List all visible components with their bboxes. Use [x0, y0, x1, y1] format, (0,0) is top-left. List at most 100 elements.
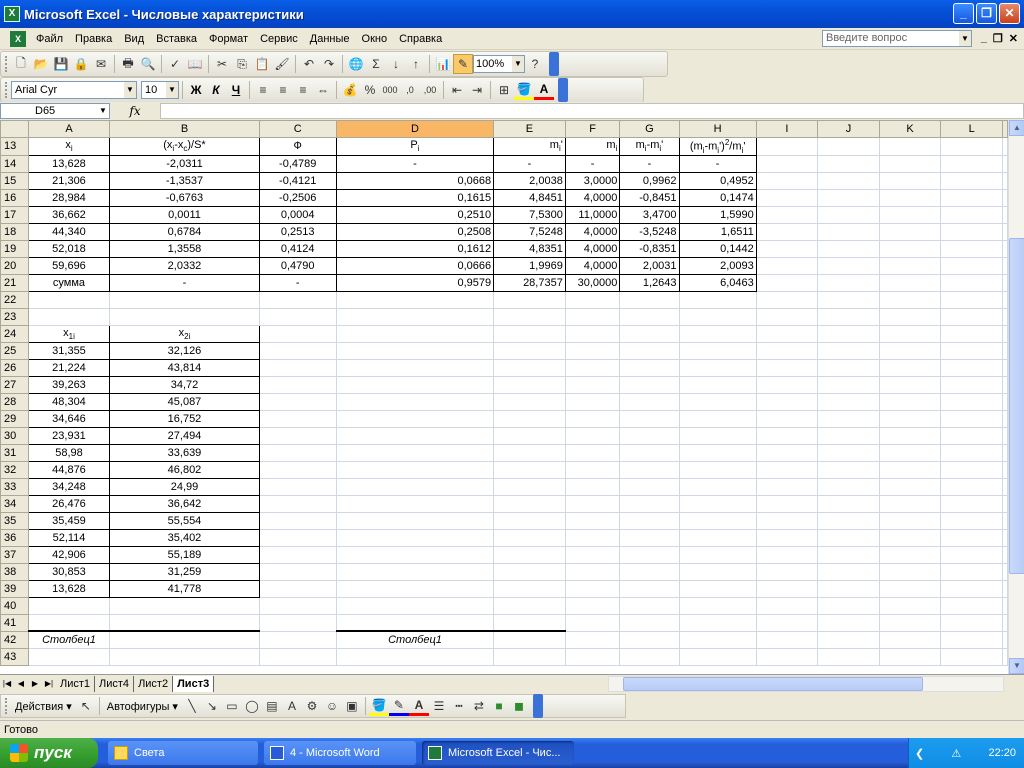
cell-l17[interactable]: [940, 205, 1003, 224]
cell-i18[interactable]: [755, 222, 819, 241]
fill-color-icon[interactable]: 🪣: [368, 696, 389, 716]
cell-j31[interactable]: [817, 443, 880, 462]
cell-i37[interactable]: [755, 545, 819, 564]
cell-l40[interactable]: [940, 596, 1003, 615]
cell-i17[interactable]: [755, 205, 819, 224]
cell-h37[interactable]: [678, 545, 757, 564]
cell-m27[interactable]: [1002, 375, 1008, 394]
cell-h28[interactable]: [678, 392, 757, 411]
cell-e28[interactable]: [493, 392, 566, 411]
cell-a24[interactable]: x1i: [27, 324, 111, 343]
cell-m21[interactable]: [1002, 273, 1008, 292]
cell-e17[interactable]: 7,5300: [493, 205, 566, 224]
cell-f24[interactable]: [564, 324, 621, 343]
cell-h24[interactable]: [678, 324, 757, 343]
cell-c30[interactable]: [258, 426, 337, 445]
cell-d42[interactable]: Столбец1: [335, 630, 495, 649]
cell-j35[interactable]: [817, 511, 880, 530]
cell-i19[interactable]: [755, 239, 819, 258]
cell-b13[interactable]: (xi-xc)/S*: [109, 137, 260, 156]
cell-k26[interactable]: [878, 358, 942, 377]
cell-b18[interactable]: 0,6784: [109, 222, 260, 241]
cell-i33[interactable]: [755, 477, 819, 496]
cell-j33[interactable]: [817, 477, 880, 496]
cell-k21[interactable]: [878, 273, 942, 292]
row-header-32[interactable]: 32: [0, 460, 29, 479]
redo-icon[interactable]: ↷: [319, 54, 339, 74]
column-header-d[interactable]: D: [335, 120, 495, 138]
cell-f38[interactable]: [564, 562, 621, 581]
cell-k38[interactable]: [878, 562, 942, 581]
cell-g18[interactable]: -3,5248: [619, 222, 680, 241]
cell-e40[interactable]: [493, 596, 566, 615]
cell-l22[interactable]: [940, 290, 1003, 309]
cell-g14[interactable]: -: [619, 154, 680, 173]
cell-e21[interactable]: 28,7357: [493, 273, 566, 292]
cell-l36[interactable]: [940, 528, 1003, 547]
cell-a31[interactable]: 58,98: [27, 443, 111, 462]
cell-i27[interactable]: [755, 375, 819, 394]
cell-d14[interactable]: -: [335, 154, 495, 173]
cell-b34[interactable]: 36,642: [109, 494, 260, 513]
column-header-e[interactable]: E: [493, 120, 566, 138]
cell-j20[interactable]: [817, 256, 880, 275]
cell-a16[interactable]: 28,984: [27, 188, 111, 207]
menu-edit[interactable]: Правка: [69, 33, 118, 45]
research-icon[interactable]: 📖: [185, 54, 205, 74]
cell-i34[interactable]: [755, 494, 819, 513]
cell-f14[interactable]: -: [564, 154, 621, 173]
cell-c31[interactable]: [258, 443, 337, 462]
column-header-m[interactable]: [1002, 120, 1008, 138]
menu-window[interactable]: Окно: [356, 33, 394, 45]
tab-list3[interactable]: Лист3: [173, 675, 215, 692]
cell-l42[interactable]: [940, 630, 1003, 649]
row-header-28[interactable]: 28: [0, 392, 29, 411]
percent-icon[interactable]: %: [360, 80, 380, 100]
cell-j42[interactable]: [817, 630, 880, 649]
row-header-30[interactable]: 30: [0, 426, 29, 445]
row-header-29[interactable]: 29: [0, 409, 29, 428]
cell-b19[interactable]: 1,3558: [109, 239, 260, 258]
menu-data[interactable]: Данные: [304, 33, 356, 45]
cell-a39[interactable]: 13,628: [27, 579, 111, 598]
cell-m33[interactable]: [1002, 477, 1008, 496]
cell-g26[interactable]: [619, 358, 680, 377]
spelling-icon[interactable]: ✓: [165, 54, 185, 74]
cell-f34[interactable]: [564, 494, 621, 513]
row-header-23[interactable]: 23: [0, 307, 29, 326]
cell-g19[interactable]: -0,8351: [619, 239, 680, 258]
cell-d28[interactable]: [335, 392, 495, 411]
cell-e33[interactable]: [493, 477, 566, 496]
format-painter-icon[interactable]: 🖌: [272, 54, 292, 74]
cell-e27[interactable]: [493, 375, 566, 394]
cell-i25[interactable]: [755, 341, 819, 360]
cell-e23[interactable]: [493, 307, 566, 326]
cell-c26[interactable]: [258, 358, 337, 377]
cell-d37[interactable]: [335, 545, 495, 564]
first-sheet-icon[interactable]: |◀: [0, 679, 14, 688]
cell-f43[interactable]: [564, 647, 621, 666]
cell-b32[interactable]: 46,802: [109, 460, 260, 479]
cell-b38[interactable]: 31,259: [109, 562, 260, 581]
cell-k15[interactable]: [878, 171, 942, 190]
cell-h40[interactable]: [678, 596, 757, 615]
cell-a42[interactable]: Столбец1: [27, 630, 111, 649]
cell-f19[interactable]: 4,0000: [564, 239, 621, 258]
cell-c34[interactable]: [258, 494, 337, 513]
tray-expand-icon[interactable]: ❮: [915, 747, 924, 760]
cell-k24[interactable]: [878, 324, 942, 343]
cell-e14[interactable]: -: [493, 154, 566, 173]
cell-i22[interactable]: [755, 290, 819, 309]
cell-j28[interactable]: [817, 392, 880, 411]
cell-b42[interactable]: [109, 630, 260, 649]
cell-a36[interactable]: 52,114: [27, 528, 111, 547]
cell-j16[interactable]: [817, 188, 880, 207]
menu-help[interactable]: Справка: [393, 33, 448, 45]
cell-k42[interactable]: [878, 630, 942, 649]
row-header-38[interactable]: 38: [0, 562, 29, 581]
cell-k16[interactable]: [878, 188, 942, 207]
preview-icon[interactable]: 🔍: [138, 54, 158, 74]
help-icon[interactable]: ?: [525, 54, 545, 74]
cell-a30[interactable]: 23,931: [27, 426, 111, 445]
workbook-icon[interactable]: X: [10, 30, 26, 47]
